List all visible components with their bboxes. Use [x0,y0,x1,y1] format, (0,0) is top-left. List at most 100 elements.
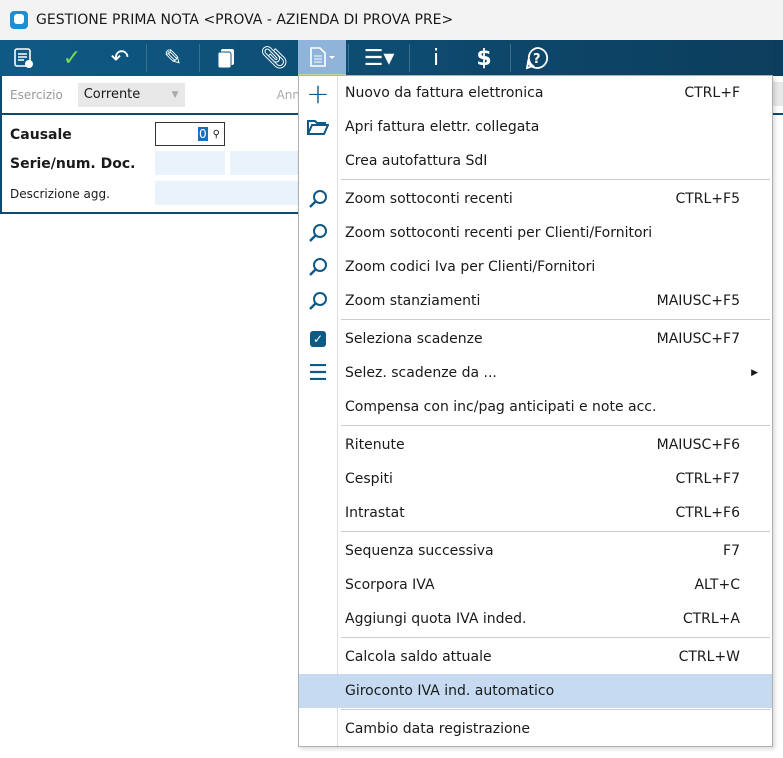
search-icon [299,223,337,243]
undo-icon: ↶ [110,45,130,71]
dollar-icon: $ [476,45,492,71]
causale-value: 0 [198,127,208,141]
divider [772,113,783,115]
toolbar-divider [199,44,200,72]
list-settings-icon [14,48,33,68]
menu-item-label: Zoom sottoconti recenti per Clienti/Forn… [345,225,653,241]
menu-item[interactable]: Calcola saldo attuale CTRL+W [299,640,772,674]
menu-item-shortcut: CTRL+F5 [675,191,740,207]
menu-item[interactable]: Giroconto IVA ind. automatico [299,674,772,708]
menu-item-shortcut: MAIUSC+F5 [656,293,740,309]
submenu-arrow-icon: ▶ [751,368,758,378]
descrizione-input[interactable] [155,181,300,205]
esercizio-value: Corrente [83,87,141,102]
menu-item-shortcut: MAIUSC+F7 [656,331,740,347]
toolbar-divider [146,44,147,72]
form-panel: Esercizio Corrente ▼ Ann Causale 0 ⚲ Serie… [0,76,300,214]
plus-icon: + [306,76,330,110]
menu-item[interactable]: Zoom codici Iva per Clienti/Fornitori [299,250,772,284]
menu-item[interactable]: Cespiti CTRL+F7 [299,462,772,496]
menu-item-shortcut: CTRL+F [684,85,740,101]
menu-item[interactable]: Cambio data registrazione [299,712,772,746]
info-button[interactable]: i [412,40,460,76]
menu-item[interactable]: Ritenute MAIUSC+F6 [299,428,772,462]
checkbox-icon: ✓ [299,331,337,347]
menu-item-label: Aggiungi quota IVA inded. [345,611,527,627]
toolbar-divider [510,44,511,72]
copy-button[interactable] [202,40,250,76]
menu-item-label: Compensa con inc/pag anticipati e note a… [345,399,657,415]
menu-item-label: Intrastat [345,505,405,521]
chevron-down-icon: ▼ [171,89,179,100]
descrizione-label: Descrizione agg. [10,187,110,201]
anno-label: Ann [276,87,300,102]
causale-label: Causale [10,127,72,143]
check-icon: ✓ [62,45,82,71]
menu-item[interactable]: Zoom sottoconti recenti CTRL+F5 [299,182,772,216]
more-menu-button[interactable]: ☰▾ [351,40,407,76]
svg-text:?: ? [533,52,541,67]
menu-item-label: Selez. scadenze da ... [345,365,497,381]
menu-item[interactable]: ☰ Selez. scadenze da ... ▶ [299,356,772,390]
menu-item[interactable]: Intrastat CTRL+F6 [299,496,772,530]
menu-item[interactable]: Sequenza successiva F7 [299,534,772,568]
menu-item-shortcut: CTRL+F6 [675,505,740,521]
menu-item-label: Crea autofattura SdI [345,153,488,169]
right-field-fragment [772,82,783,106]
info-icon: i [432,45,440,71]
document-icon [310,47,335,67]
serie-input[interactable] [155,151,225,175]
document-menu-button[interactable] [298,40,346,76]
menu-item[interactable]: + Nuovo da fattura elettronica CTRL+F [299,76,772,110]
title-bar: GESTIONE PRIMA NOTA <PROVA - AZIENDA DI … [0,0,783,40]
menu-item[interactable]: Aggiungi quota IVA inded. CTRL+A [299,602,772,636]
toolbar: ✓ ↶ ✎ 📎︎ ☰▾ i $ ? [0,40,783,76]
numero-input[interactable] [230,151,300,175]
copy-icon [217,49,234,69]
menu-item-label: Giroconto IVA ind. automatico [345,683,555,699]
confirm-button[interactable]: ✓ [48,40,96,76]
menu-item[interactable]: Zoom sottoconti recenti per Clienti/Forn… [299,216,772,250]
menu-item[interactable]: Apri fattura elettr. collegata [299,110,772,144]
attach-button[interactable]: 📎︎ [250,40,298,76]
esercizio-select[interactable]: Corrente ▼ [77,82,185,107]
menu-item[interactable]: Crea autofattura SdI [299,144,772,178]
menu-item-label: Nuovo da fattura elettronica [345,85,544,101]
search-icon [299,291,337,311]
menu-item-label: Calcola saldo attuale [345,649,492,665]
menu-item-label: Cambio data registrazione [345,721,531,737]
help-button[interactable]: ? [513,40,561,76]
toolbar-divider [348,44,349,72]
menu-item-label: Cespiti [345,471,393,487]
menu-item-shortcut: CTRL+A [682,611,740,627]
toolbar-divider [409,44,410,72]
menu-item-shortcut: F7 [723,543,740,559]
paperclip-icon: 📎︎ [260,45,288,71]
search-icon [299,257,337,277]
menu-item-shortcut: CTRL+F7 [675,471,740,487]
list-icon: ☰ [308,360,328,386]
serie-label: Serie/num. Doc. [10,156,136,172]
causale-input[interactable]: 0 ⚲ [155,122,225,146]
menu-item-label: Scorpora IVA [345,577,435,593]
undo-button[interactable]: ↶ [96,40,144,76]
dollar-button[interactable]: $ [460,40,508,76]
menu-item[interactable]: ✓ Seleziona scadenze MAIUSC+F7 [299,322,772,356]
menu-item-label: Zoom stanziamenti [345,293,481,309]
search-icon [299,189,337,209]
menu-item[interactable]: Scorpora IVA ALT+C [299,568,772,602]
menu-item-shortcut: CTRL+W [678,649,740,665]
menu-item[interactable]: Compensa con inc/pag anticipati e note a… [299,390,772,424]
list-settings-button[interactable] [0,40,48,76]
help-icon: ? [525,47,549,70]
menu-item-shortcut: ALT+C [694,577,740,593]
search-icon[interactable]: ⚲ [213,129,220,140]
menu-item-label: Zoom codici Iva per Clienti/Fornitori [345,259,596,275]
menu-item[interactable]: Zoom stanziamenti MAIUSC+F5 [299,284,772,318]
edit-button[interactable]: ✎ [149,40,197,76]
menu-item-label: Ritenute [345,437,405,453]
menu-item-label: Sequenza successiva [345,543,494,559]
menu-item-shortcut: MAIUSC+F6 [656,437,740,453]
window-title: GESTIONE PRIMA NOTA <PROVA - AZIENDA DI … [36,12,454,28]
menu-item-label: Zoom sottoconti recenti [345,191,513,207]
